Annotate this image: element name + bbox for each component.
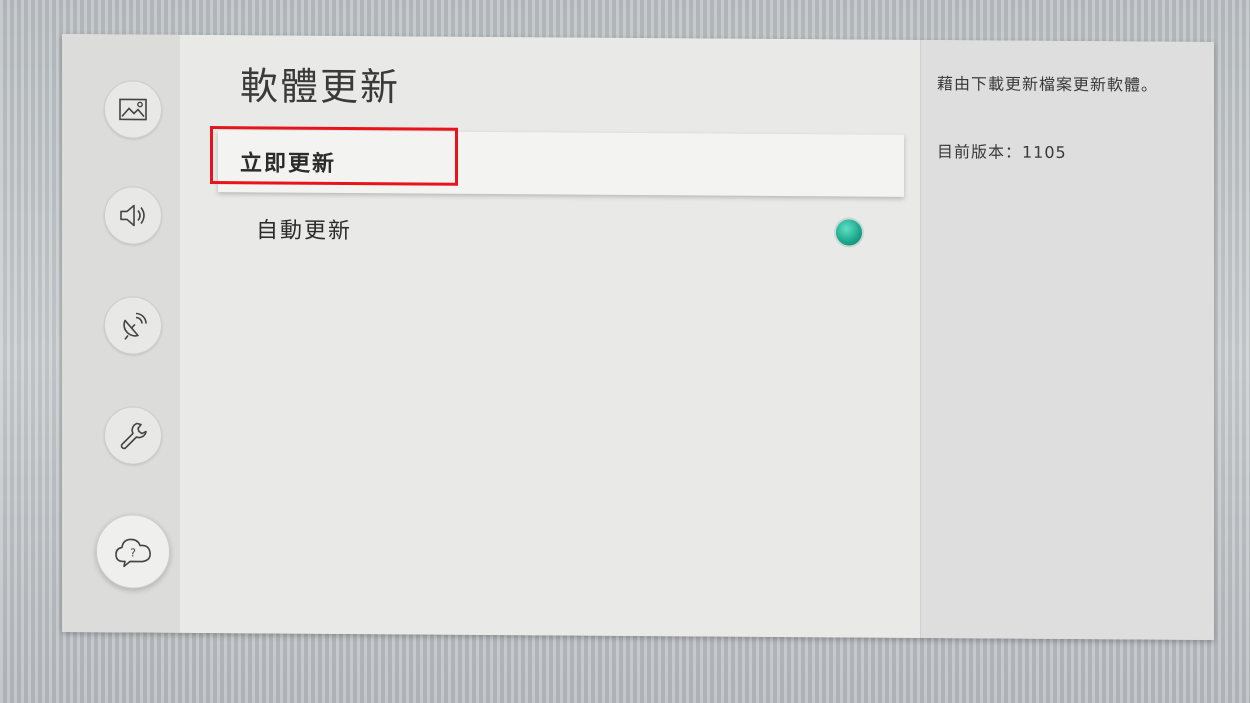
sound-icon — [120, 204, 145, 227]
support-cloud-icon: ? — [115, 538, 151, 568]
auto-update-item[interactable]: 自動更新 — [218, 197, 904, 264]
sidebar-item-support[interactable]: ? — [96, 514, 170, 589]
page-title: 軟體更新 — [240, 64, 401, 110]
wrench-icon — [120, 422, 147, 450]
sidebar-item-picture[interactable] — [104, 80, 162, 139]
current-version: 目前版本：1105 — [937, 142, 1067, 162]
info-panel: 藉由下載更新檔案更新軟體。 目前版本：1105 — [920, 39, 1214, 641]
settings-sidebar: ? — [62, 33, 181, 633]
highlight-annotation-box — [210, 126, 458, 186]
sidebar-item-general[interactable] — [104, 406, 162, 465]
info-description: 藉由下載更新檔案更新軟體。 — [937, 74, 1159, 95]
sidebar-item-sound[interactable] — [104, 186, 162, 245]
svg-text:?: ? — [130, 546, 136, 559]
sidebar-item-broadcast[interactable] — [104, 296, 162, 355]
auto-update-toggle[interactable] — [834, 217, 864, 248]
auto-update-label: 自動更新 — [256, 218, 353, 245]
tv-screen: ? 軟體更新 立即更新 自動更新 藉由下載更新檔案更新軟體。 目前版本：1105 — [62, 33, 1214, 641]
main-panel: 軟體更新 立即更新 自動更新 — [180, 34, 920, 638]
picture-icon — [119, 98, 147, 121]
broadcast-icon — [123, 312, 147, 340]
